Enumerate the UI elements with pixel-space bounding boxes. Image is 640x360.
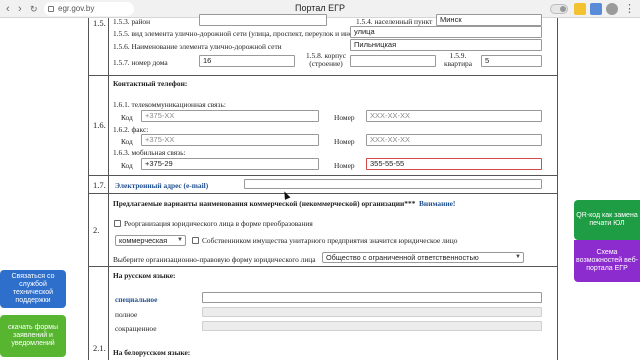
phone-section-title: Контактный телефон: — [113, 79, 188, 88]
building-label: 1.5.8. корпус (строение) — [305, 51, 346, 68]
table-border — [108, 18, 109, 360]
download-forms-button[interactable]: скачать формы заявлений и уведомлений — [0, 315, 66, 357]
row-divider — [88, 266, 558, 267]
telecom-code-input[interactable]: +375-XX — [141, 110, 319, 122]
full-name-label: полное — [115, 310, 138, 319]
rayon-label: 1.5.3. район — [113, 17, 151, 26]
apartment-label: 1.5.9. квартира — [443, 51, 473, 68]
menu-icon[interactable]: ⋮ — [624, 2, 635, 16]
telecom-code-label: Код — [121, 113, 133, 122]
legal-form-label: Выберите организационно-правовую форму ю… — [113, 255, 316, 264]
locality-input[interactable]: Минск — [436, 14, 542, 26]
fax-number-input[interactable]: XXX-XX-XX — [366, 134, 542, 146]
street-type-input[interactable]: улица — [350, 26, 542, 38]
email-input[interactable] — [244, 179, 542, 189]
street-name-input[interactable]: Пильницкая — [350, 39, 542, 51]
table-border — [88, 18, 89, 360]
support-button-label: Связаться со службой технической поддерж… — [11, 272, 55, 305]
rayon-input[interactable] — [199, 14, 327, 26]
locality-label: 1.5.4. населенный пункт — [356, 17, 433, 26]
row-divider — [88, 193, 558, 194]
name-variants-title: Предлагаемые варианты наименования комме… — [113, 199, 416, 208]
org-kind-select[interactable]: коммерческая ▼ — [115, 235, 186, 246]
mobile-code-label: Код — [121, 161, 133, 170]
russian-title: На русском языке: — [113, 271, 176, 280]
section-number-1-7: 1.7. — [93, 180, 106, 190]
section-number-2-1: 2.1. — [93, 343, 106, 353]
table-border — [557, 18, 558, 360]
mobile-number-label: Номер — [334, 161, 355, 170]
email-label: Электронный адрес (e-mail) — [115, 181, 209, 190]
full-name-input — [202, 307, 542, 317]
apartment-input[interactable]: 5 — [481, 55, 542, 67]
section-number-1-5: 1.5. — [93, 18, 106, 28]
mobile-number-input[interactable]: 355-55-55 — [366, 158, 542, 170]
extension-icon[interactable] — [574, 3, 586, 15]
street-type-label: 1.5.5. вид элемента улично-дорожной сети… — [113, 29, 359, 38]
telecom-number-label: Номер — [334, 113, 355, 122]
telecom-number-input[interactable]: XXX-XX-XX — [366, 110, 542, 122]
short-name-label: сокращенное — [115, 324, 157, 333]
qr-code-button[interactable]: QR-код как замена печати ЮЛ — [574, 200, 640, 240]
house-input[interactable]: 16 — [199, 55, 295, 67]
mobile-code-input[interactable]: +375-29 — [141, 158, 319, 170]
owner-checkbox-label: Собственником имущества унитарного предп… — [202, 236, 458, 245]
special-name-label: специальное — [115, 295, 158, 304]
owner-checkbox[interactable] — [192, 237, 199, 244]
section-number-1-6: 1.6. — [93, 120, 106, 130]
portal-scheme-label: Схема возможностей веб-портала ЕГР — [576, 248, 638, 273]
chevron-down-icon: ▼ — [177, 237, 183, 243]
fax-number-label: Номер — [334, 137, 355, 146]
chevron-down-icon: ▼ — [515, 254, 521, 260]
fax-label: 1.6.2. факс: — [113, 125, 149, 134]
special-name-input[interactable] — [202, 292, 542, 303]
legal-form-selected: Общество с ограниченной ответственностью — [326, 253, 479, 262]
profile-icon[interactable] — [606, 3, 618, 15]
section-number-2: 2. — [93, 225, 100, 235]
reorg-checkbox[interactable] — [114, 220, 121, 227]
portal-scheme-button[interactable]: Схема возможностей веб-портала ЕГР — [574, 240, 640, 282]
org-kind-selected: коммерческая — [119, 236, 168, 245]
tab-title: Портал ЕГР — [295, 3, 345, 13]
belarusian-title: На белорусском языке: — [113, 348, 191, 357]
reorg-checkbox-label: Реорганизация юридического лица в форме … — [124, 219, 313, 228]
fax-code-input[interactable]: +375-XX — [141, 134, 319, 146]
row-divider — [88, 175, 558, 176]
fax-code-label: Код — [121, 137, 133, 146]
extension-icon-2[interactable] — [590, 3, 602, 15]
row-divider — [88, 75, 558, 76]
street-name-label: 1.5.6. Наименование элемента улично-доро… — [113, 42, 282, 51]
telecom-label: 1.6.1. телекоммуникационная связь: — [113, 100, 226, 109]
short-name-input — [202, 321, 542, 331]
extension-toggle-icon[interactable] — [550, 4, 568, 14]
qr-code-label: QR-код как замена печати ЮЛ — [576, 211, 638, 227]
house-label: 1.5.7. номер дома — [113, 58, 168, 67]
legal-form-select[interactable]: Общество с ограниченной ответственностью… — [322, 252, 524, 263]
support-button[interactable]: Связаться со службой технической поддерж… — [0, 270, 66, 308]
attention-link[interactable]: Внимание! — [419, 199, 455, 208]
download-forms-label: скачать формы заявлений и уведомлений — [7, 323, 59, 348]
mobile-label: 1.6.3. мобильная связь: — [113, 148, 186, 157]
building-input[interactable] — [350, 55, 436, 67]
registration-form: 1.5. 1.5.3. район 1.5.4. населенный пунк… — [88, 14, 558, 360]
